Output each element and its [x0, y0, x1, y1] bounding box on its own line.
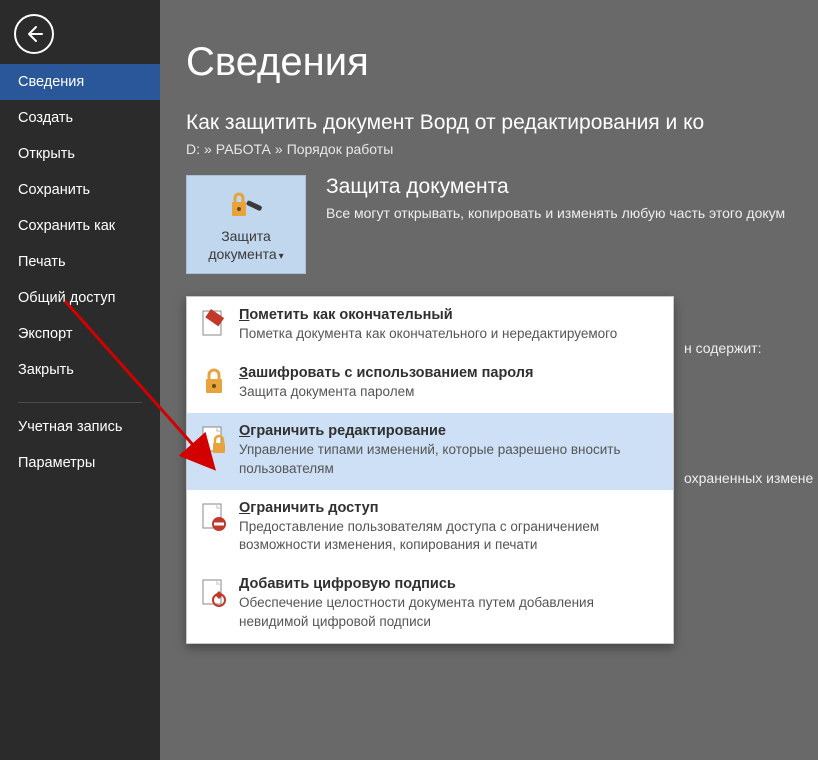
- menu-item-restrict-access[interactable]: Ограничить доступ Предоставление пользов…: [187, 490, 673, 566]
- sidebar-separator: [18, 402, 142, 403]
- menu-item-title: ометить как окончательный: [249, 307, 452, 323]
- menu-item-desc: Предоставление пользователям доступа с о…: [239, 518, 661, 554]
- breadcrumb-sep: »: [275, 141, 283, 157]
- background-text-fragment: охраненных измене: [684, 470, 813, 486]
- sidebar-item-share[interactable]: Общий доступ: [0, 280, 160, 316]
- sidebar-item-label: Закрыть: [18, 362, 74, 378]
- menu-item-accel: О: [239, 500, 250, 516]
- menu-item-title: ашифровать с использованием пароля: [248, 365, 533, 381]
- arrow-left-icon: [24, 24, 44, 44]
- back-button[interactable]: [14, 14, 54, 54]
- menu-item-title: обавить цифровую подпись: [250, 576, 456, 592]
- menu-item-encrypt-password[interactable]: Зашифровать с использованием пароля Защи…: [187, 355, 673, 413]
- sidebar-item-account[interactable]: Учетная запись: [0, 409, 160, 445]
- menu-item-accel: З: [239, 365, 248, 381]
- breadcrumb-sep: »: [204, 141, 212, 157]
- sidebar-item-label: Учетная запись: [18, 419, 122, 435]
- breadcrumb: D:»РАБОТА»Порядок работы: [186, 141, 818, 157]
- menu-item-title: граничить редактирование: [250, 423, 446, 439]
- breadcrumb-part: D:: [186, 141, 200, 157]
- menu-item-desc: Защита документа паролем: [239, 383, 661, 401]
- menu-item-desc: Обеспечение целостности документа путем …: [239, 594, 661, 630]
- sidebar-item-label: Сведения: [18, 74, 84, 90]
- sidebar-item-label: Сохранить как: [18, 218, 115, 234]
- page-title: Сведения: [186, 40, 818, 85]
- sidebar-item-label: Открыть: [18, 146, 75, 162]
- lock-icon: [199, 365, 229, 395]
- sidebar-item-label: Сохранить: [18, 182, 90, 198]
- menu-item-desc: Пометка документа как окончательного и н…: [239, 325, 661, 343]
- sidebar-item-new[interactable]: Создать: [0, 100, 160, 136]
- protect-document-button[interactable]: Защита документа▾: [186, 175, 306, 274]
- protect-heading: Защита документа: [326, 175, 785, 199]
- document-title: Как защитить документ Ворд от редактиров…: [186, 111, 818, 135]
- document-lock-icon: [199, 423, 229, 455]
- menu-item-mark-final[interactable]: Пометить как окончательный Пометка докум…: [187, 297, 673, 355]
- sidebar-item-label: Общий доступ: [18, 290, 115, 306]
- sidebar-item-info[interactable]: Сведения: [0, 64, 160, 100]
- menu-item-desc: Управление типами изменений, которые раз…: [239, 441, 661, 477]
- menu-item-accel: Д: [239, 576, 250, 592]
- menu-item-title: граничить доступ: [250, 500, 378, 516]
- breadcrumb-part: РАБОТА: [216, 141, 271, 157]
- breadcrumb-part: Порядок работы: [287, 141, 394, 157]
- sidebar-item-print[interactable]: Печать: [0, 244, 160, 280]
- sidebar-item-label: Параметры: [18, 455, 95, 471]
- menu-item-accel: О: [239, 423, 250, 439]
- menu-item-restrict-editing[interactable]: Ограничить редактирование Управление тип…: [187, 413, 673, 489]
- protect-document-menu: Пометить как окончательный Пометка докум…: [186, 296, 674, 644]
- document-restrict-icon: [199, 500, 229, 532]
- sidebar-item-open[interactable]: Открыть: [0, 136, 160, 172]
- background-text-fragment: н содержит:: [684, 340, 762, 356]
- protect-section-text: Защита документа Все могут открывать, ко…: [326, 175, 785, 221]
- protect-description: Все могут открывать, копировать и изменя…: [326, 205, 785, 221]
- lock-key-icon: [193, 186, 299, 222]
- sidebar-item-close[interactable]: Закрыть: [0, 352, 160, 388]
- chevron-down-icon: ▾: [279, 251, 284, 264]
- mark-final-icon: [199, 307, 229, 339]
- menu-item-digital-signature[interactable]: Добавить цифровую подпись Обеспечение це…: [187, 566, 673, 642]
- sidebar-item-options[interactable]: Параметры: [0, 445, 160, 481]
- sidebar-item-label: Печать: [18, 254, 66, 270]
- sidebar-item-save[interactable]: Сохранить: [0, 172, 160, 208]
- sidebar-item-saveas[interactable]: Сохранить как: [0, 208, 160, 244]
- document-signature-icon: [199, 576, 229, 608]
- sidebar: Сведения Создать Открыть Сохранить Сохра…: [0, 0, 160, 760]
- protect-button-label: Защита документа: [208, 228, 276, 262]
- sidebar-item-label: Создать: [18, 110, 73, 126]
- sidebar-item-label: Экспорт: [18, 326, 72, 342]
- menu-item-accel: П: [239, 307, 249, 323]
- protect-section: Защита документа▾ Защита документа Все м…: [186, 175, 818, 274]
- sidebar-item-export[interactable]: Экспорт: [0, 316, 160, 352]
